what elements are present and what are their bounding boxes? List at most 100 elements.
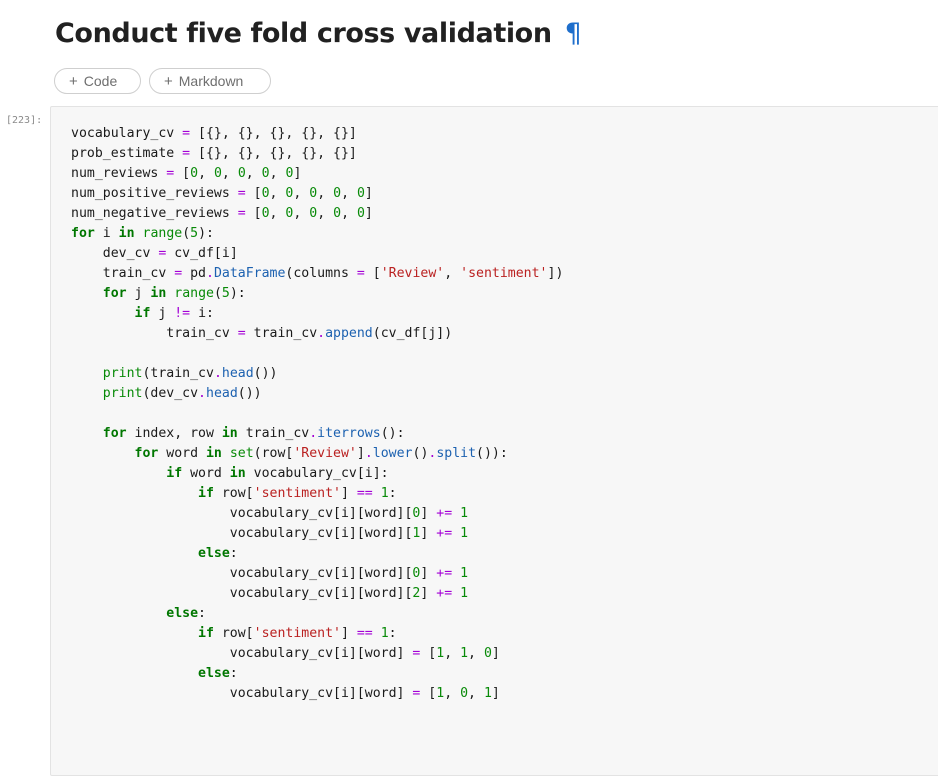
code-editor-content[interactable]: vocabulary_cv = [{}, {}, {}, {}, {}] prob… — [71, 124, 563, 704]
code-token-code-text: index, row — [126, 426, 222, 441]
code-token-operator: += — [436, 566, 453, 581]
code-token-code-text: , — [341, 186, 357, 201]
code-token-number-or-builtin: 1 — [380, 486, 389, 501]
code-line: vocabulary_cv[i][word] = [1, 0, 1] — [71, 684, 563, 704]
code-token-keyword: for — [71, 286, 127, 301]
code-token-operator: += — [436, 526, 453, 541]
code-token-code-text: : — [229, 666, 238, 681]
code-token-code-text: , — [444, 646, 461, 661]
code-token-operator: . — [206, 266, 214, 281]
code-token-code-text: vocabulary_cv[i]: — [245, 466, 389, 481]
code-line: for index, row in train_cv.iterrows(): — [71, 424, 563, 444]
code-token-code-text — [452, 506, 460, 521]
code-token-code-text: row[ — [213, 626, 254, 641]
code-token-operator: . — [198, 386, 206, 401]
code-token-code-text: , — [269, 186, 286, 201]
code-token-operator: . — [213, 366, 222, 381]
code-token-code-text: , — [269, 206, 286, 221]
code-token-code-text: , — [468, 646, 484, 661]
code-token-code-text: vocabulary_cv[i][word][ — [71, 586, 413, 601]
code-token-keyword: if — [71, 466, 183, 481]
code-token-code-text: , — [444, 686, 461, 701]
code-line: for word in set(row['Review'].lower().sp… — [71, 444, 563, 464]
code-line: print(dev_cv.head()) — [71, 384, 563, 404]
code-token-code-text — [452, 566, 460, 581]
code-token-string: 'sentiment' — [460, 266, 548, 281]
code-line: train_cv = pd.DataFrame(columns = ['Revi… — [71, 264, 564, 284]
code-line: vocabulary_cv = [{}, {}, {}, {}, {}] — [71, 124, 563, 144]
code-token-number-or-builtin: 0 — [261, 186, 270, 201]
code-token-code-text: , — [198, 166, 214, 181]
code-token-operator: = — [174, 266, 183, 281]
code-token-code-text: pd — [182, 266, 206, 281]
code-token-code-text: i — [94, 226, 119, 241]
code-token-code-text: ()): — [476, 446, 508, 461]
code-token-number-or-builtin: 0 — [190, 166, 199, 181]
code-token-code-text: ): — [198, 226, 214, 241]
code-token-code-text: cv_df[i] — [166, 246, 238, 261]
code-line: vocabulary_cv[i][word] = [1, 1, 0] — [71, 644, 563, 664]
code-token-method: head — [206, 386, 238, 401]
code-token-code-text: num_reviews — [71, 166, 167, 181]
code-token-code-text: vocabulary_cv[i][word][ — [71, 526, 413, 541]
code-token-operator: = — [237, 206, 246, 221]
code-token-code-text: [ — [420, 646, 437, 661]
code-token-number-or-builtin: 5 — [190, 226, 199, 241]
code-token-keyword: else — [71, 546, 230, 561]
code-token-operator: += — [436, 506, 453, 521]
code-token-code-text: train_cv — [245, 326, 318, 341]
code-token-operator-word: in — [118, 226, 135, 241]
code-token-code-text: (columns — [285, 266, 357, 281]
code-token-operator-word: in — [221, 426, 238, 441]
code-token-code-text — [135, 226, 143, 241]
code-token-number-or-builtin: 0 — [483, 646, 492, 661]
code-line: if j != i: — [71, 304, 563, 324]
code-token-number-or-builtin: 0 — [213, 166, 222, 181]
code-token-string: 'Review' — [293, 446, 357, 461]
add-markdown-label: Markdown — [178, 73, 244, 89]
code-token-keyword: else — [71, 666, 230, 681]
code-token-code-text: ] — [420, 506, 437, 521]
code-token-code-text: (cv_df[j]) — [372, 326, 453, 341]
code-token-code-text: () — [412, 446, 429, 461]
code-token-number-or-builtin: range — [142, 226, 183, 241]
code-token-code-text — [71, 386, 103, 401]
code-token-code-text: train_cv — [71, 326, 238, 341]
add-markdown-cell-button[interactable]: + Markdown — [149, 68, 271, 94]
code-token-code-text: ]) — [547, 266, 564, 281]
code-token-operator: = — [237, 326, 246, 341]
code-token-number-or-builtin: range — [174, 286, 214, 301]
code-line: train_cv = train_cv.append(cv_df[j]) — [71, 324, 563, 344]
code-token-code-text: , — [269, 166, 286, 181]
code-token-code-text: (train_cv — [142, 366, 214, 381]
code-token-code-text: , — [341, 206, 357, 221]
add-code-cell-button[interactable]: + Code — [54, 68, 141, 94]
code-line: num_positive_reviews = [0, 0, 0, 0, 0] — [71, 184, 563, 204]
code-token-method: head — [221, 366, 254, 381]
code-token-operator: = — [182, 126, 191, 141]
code-line: vocabulary_cv[i][word][0] += 1 — [71, 504, 563, 524]
code-token-code-text — [222, 446, 230, 461]
code-token-number-or-builtin: 0 — [333, 206, 342, 221]
code-token-code-text: vocabulary_cv[i][word][ — [71, 506, 413, 521]
code-token-code-text: train_cv — [237, 426, 310, 441]
code-token-code-text: dev_cv — [71, 246, 159, 261]
code-token-string: 'Review' — [380, 266, 445, 281]
code-token-code-text: num_positive_reviews — [71, 186, 238, 201]
code-token-operator: = — [356, 266, 365, 281]
code-token-code-text — [71, 366, 103, 381]
code-token-code-text: ] — [364, 186, 373, 201]
code-line: if row['sentiment'] == 1: — [71, 484, 563, 504]
code-token-code-text: , — [245, 166, 262, 181]
code-token-code-text: train_cv — [71, 266, 175, 281]
code-token-number-or-builtin: set — [229, 446, 254, 461]
code-token-operator-word: in — [150, 286, 167, 301]
code-token-code-text: (row[ — [253, 446, 294, 461]
code-token-keyword: for — [71, 446, 159, 461]
code-token-number-or-builtin: 1 — [436, 646, 445, 661]
code-token-code-text: ] — [491, 646, 500, 661]
code-token-code-text: , — [317, 186, 334, 201]
code-token-code-text: ( — [213, 286, 222, 301]
anchor-link-icon[interactable]: ¶ — [565, 18, 582, 49]
code-token-code-text: vocabulary_cv[i][word][ — [71, 566, 413, 581]
